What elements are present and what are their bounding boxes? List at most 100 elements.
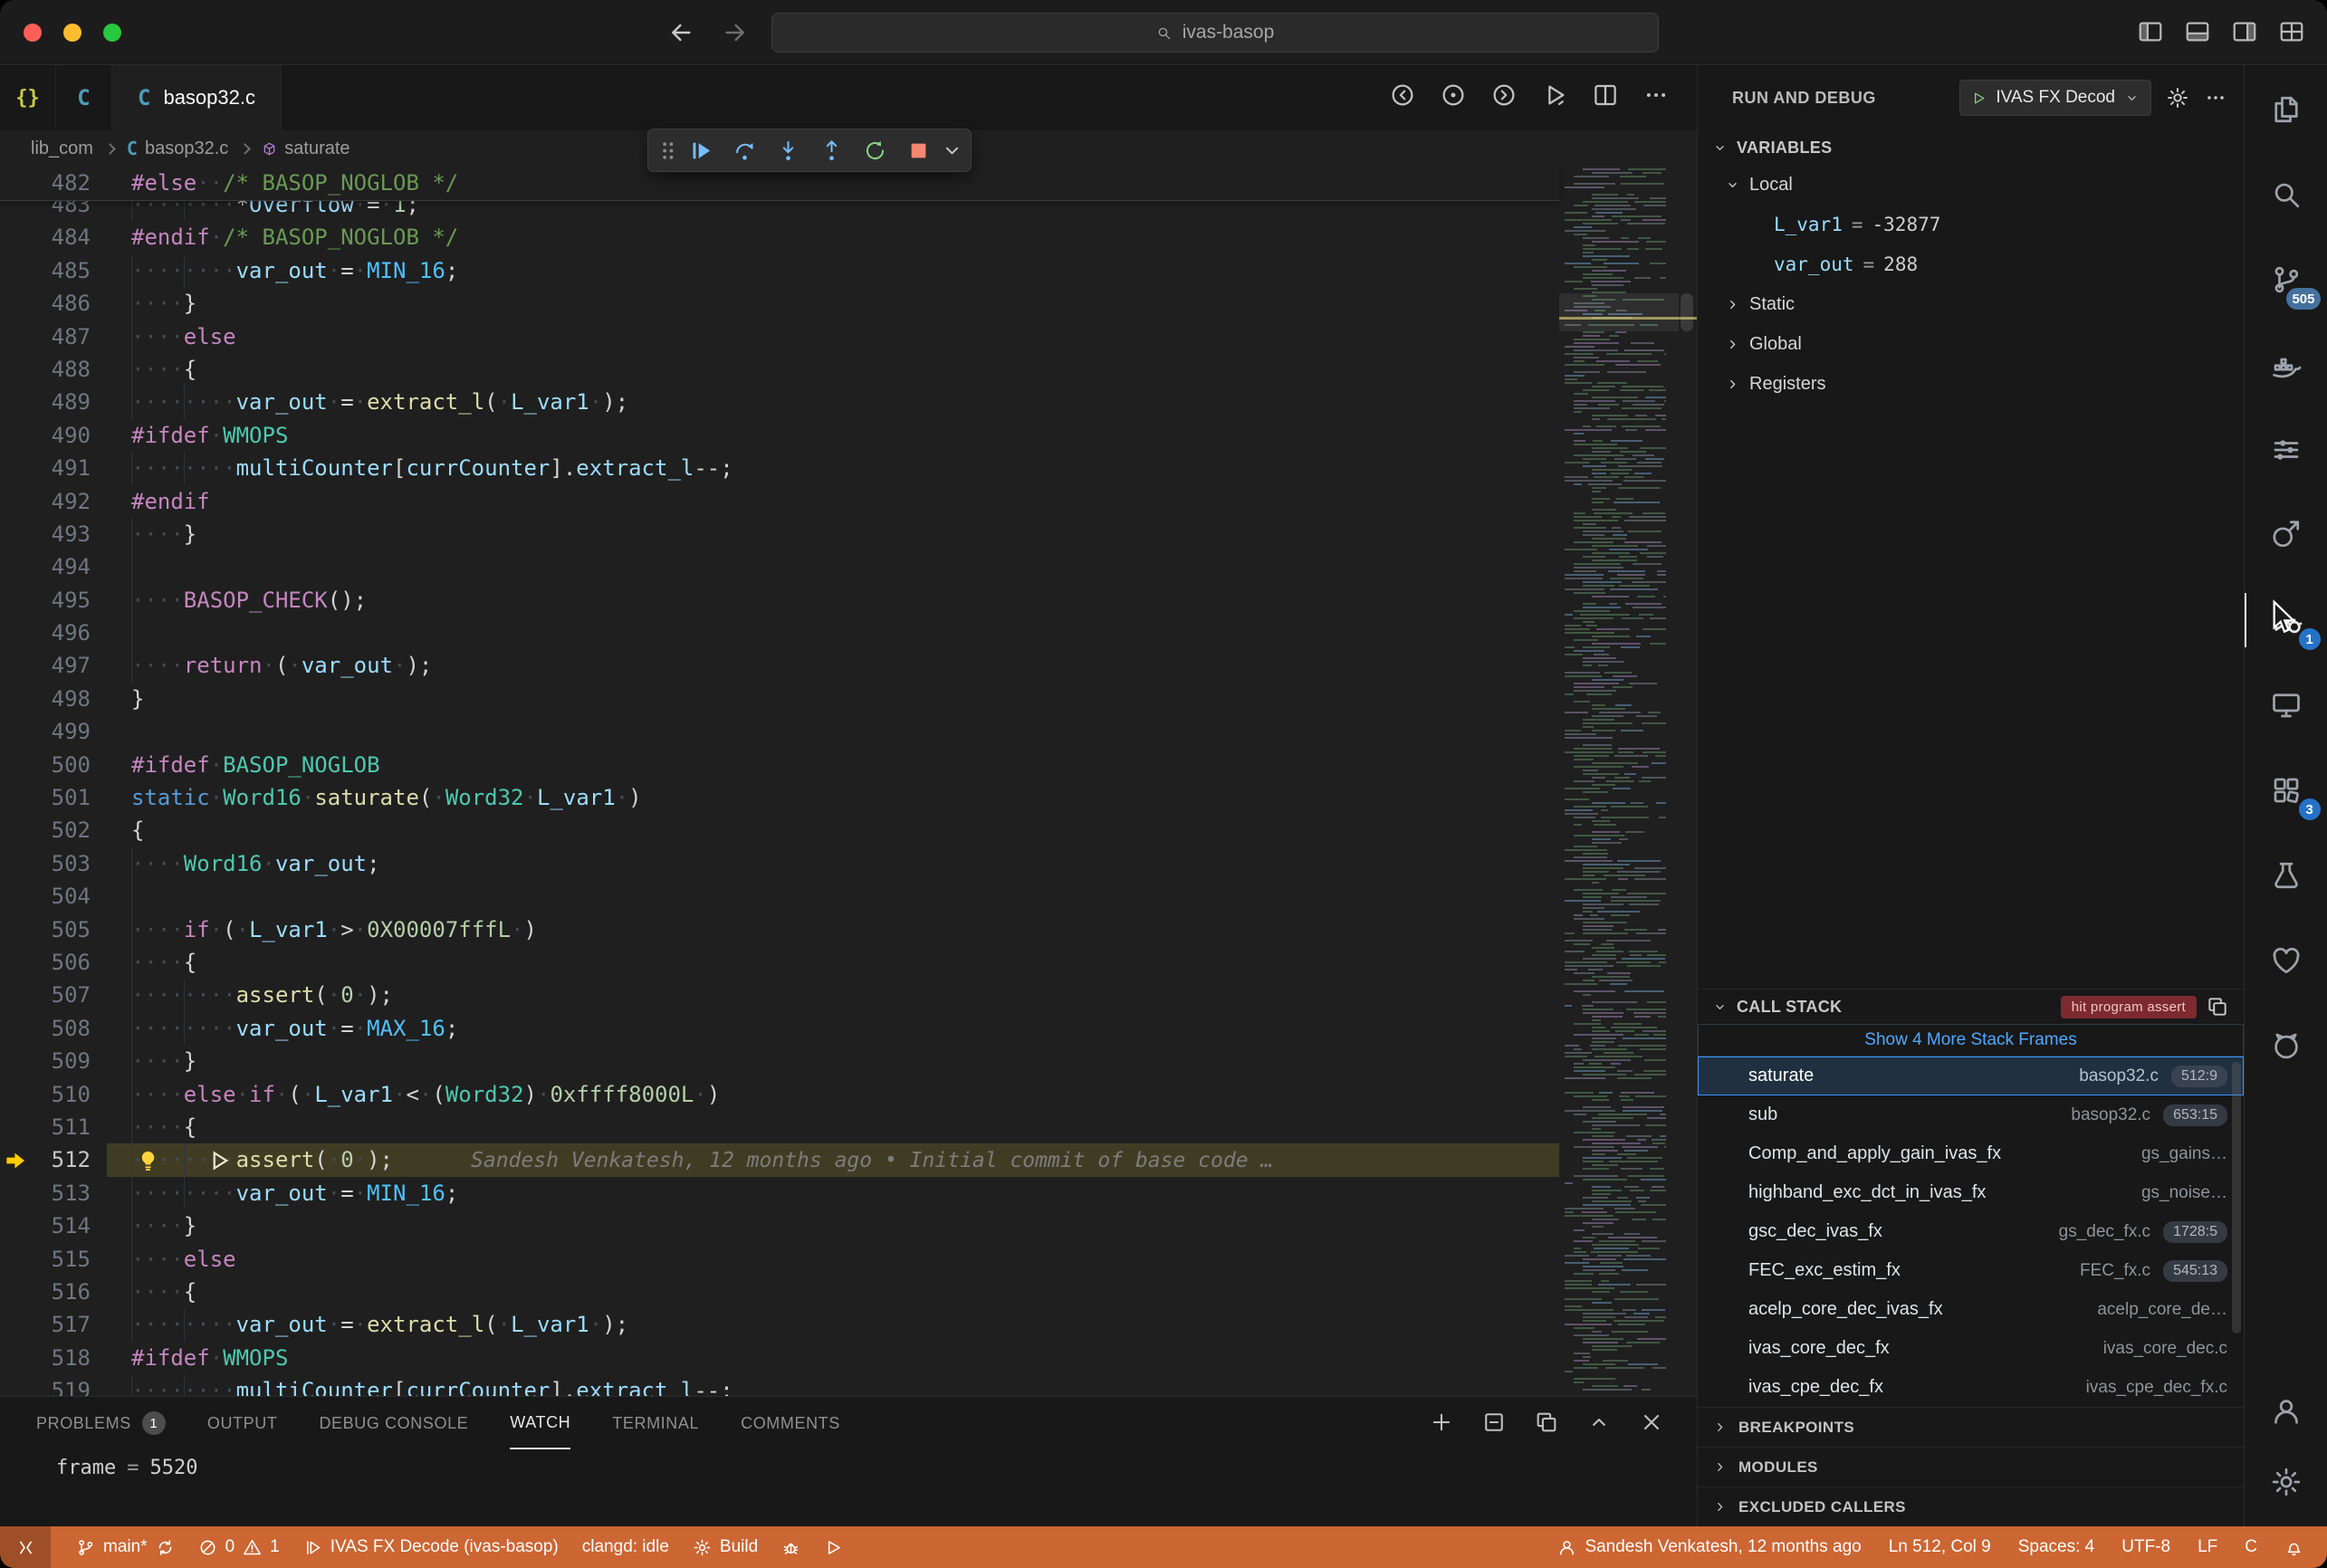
watch-expression-row[interactable]: frame = 5520 — [0, 1449, 1697, 1486]
line-number[interactable]: 493 — [0, 518, 91, 550]
variables-section-header[interactable]: VARIABLES — [1698, 130, 2244, 165]
line-number[interactable]: 513 — [0, 1177, 91, 1209]
zoom-window-button[interactable] — [103, 24, 121, 42]
restart-button[interactable] — [855, 133, 895, 167]
activity-remote-explorer[interactable] — [2245, 663, 2327, 748]
debug-settings-gear-icon[interactable] — [2166, 86, 2189, 110]
close-window-button[interactable] — [24, 24, 42, 42]
code-line[interactable]: 513········var_out·=·MIN_16; — [0, 1177, 1559, 1209]
code-line[interactable]: 503····Word16·var_out; — [0, 847, 1559, 880]
line-number[interactable]: 498 — [0, 683, 91, 715]
line-number[interactable]: 502 — [0, 814, 91, 846]
step-over-button[interactable] — [724, 133, 764, 167]
status-debug-session-indicator[interactable]: IVAS FX Decode (ivas-basop) — [303, 1537, 559, 1557]
tab-watch[interactable]: WATCH — [510, 1397, 570, 1449]
code-line[interactable]: 504 — [0, 880, 1559, 913]
section-excluded-callers[interactable]: EXCLUDED CALLERS — [1698, 1487, 2244, 1526]
code-line[interactable]: 494 — [0, 550, 1559, 583]
line-number[interactable]: 485 — [0, 254, 91, 287]
activity-source-control[interactable]: 505 — [2245, 237, 2327, 322]
line-number[interactable]: 505 — [0, 913, 91, 946]
collapse-watch-button[interactable] — [1481, 1410, 1507, 1440]
activity-accounts[interactable] — [2245, 1376, 2327, 1447]
code-line[interactable]: 485········var_out·=·MIN_16; — [0, 254, 1559, 287]
code-line[interactable]: 506····{ — [0, 946, 1559, 979]
toggle-secondary-sidebar-button[interactable] — [2231, 18, 2258, 51]
code-line[interactable]: 500#ifdef·BASOP_NOGLOB — [0, 749, 1559, 781]
maximize-panel-button[interactable] — [1586, 1410, 1612, 1440]
status-language-mode[interactable]: C — [2245, 1537, 2257, 1557]
line-number[interactable]: 518 — [0, 1342, 91, 1374]
line-number[interactable]: 486 — [0, 287, 91, 320]
status-clangd-status[interactable]: clangd: idle — [582, 1537, 669, 1557]
line-number[interactable]: 482 — [0, 167, 91, 199]
code-line[interactable]: 518#ifdef·WMOPS — [0, 1342, 1559, 1374]
code-line[interactable]: 511····{ — [0, 1111, 1559, 1143]
scope-static[interactable]: Static — [1698, 284, 2244, 324]
overview-ruler[interactable] — [1679, 167, 1697, 1396]
status-notifications[interactable] — [2284, 1538, 2303, 1557]
line-number[interactable]: 487 — [0, 320, 91, 353]
start-debug-icon[interactable] — [1971, 91, 1987, 106]
toggle-panel-button[interactable] — [2184, 18, 2211, 51]
tab-basop32[interactable]: C basop32.c — [112, 65, 282, 130]
line-number[interactable]: 497 — [0, 649, 91, 682]
line-number[interactable]: 517 — [0, 1308, 91, 1341]
debug-more-actions-icon[interactable] — [2204, 86, 2227, 110]
line-number[interactable]: 509 — [0, 1045, 91, 1077]
code-line[interactable]: 510····else·if·(·L_var1·<·(Word32)·0xfff… — [0, 1078, 1559, 1111]
code-line[interactable]: 491········multiCounter[currCounter].ext… — [0, 452, 1559, 484]
code-line[interactable]: 516····{ — [0, 1276, 1559, 1308]
line-number[interactable]: 495 — [0, 584, 91, 617]
breadcrumb-symbol[interactable]: saturate — [262, 139, 350, 159]
code-line[interactable]: 505····if·(·L_var1·>·0X00007fffL·) — [0, 913, 1559, 946]
status-problems-indicator[interactable]: 01 — [198, 1537, 280, 1557]
status-build-task[interactable]: Build — [693, 1537, 758, 1557]
pinned-tab-json[interactable]: {} — [0, 65, 56, 130]
code-line[interactable]: 509····} — [0, 1045, 1559, 1077]
tab-comments[interactable]: COMMENTS — [741, 1397, 840, 1449]
code-line[interactable]: 502{ — [0, 814, 1559, 846]
stack-frame-row[interactable]: subbasop32.c653:15 — [1698, 1095, 2244, 1134]
line-number[interactable]: 504 — [0, 880, 91, 913]
code-line[interactable]: 484#endif·/* BASOP_NOGLOB */ — [0, 221, 1559, 253]
activity-testing[interactable] — [2245, 833, 2327, 918]
stop-dropdown-button[interactable] — [942, 133, 962, 167]
stack-frame-row[interactable]: gsc_dec_ivas_fxgs_dec_fx.c1728:5 — [1698, 1212, 2244, 1251]
code-line[interactable]: 487····else — [0, 320, 1559, 353]
pinned-tab-c[interactable]: C — [56, 65, 112, 130]
line-number[interactable]: 515 — [0, 1243, 91, 1276]
code-line[interactable]: 512········assert(·0·);Sandesh Venkatesh… — [0, 1143, 1559, 1176]
code-line[interactable]: 486····} — [0, 287, 1559, 320]
line-number[interactable]: 489 — [0, 386, 91, 418]
activity-extensions[interactable]: 3 — [2245, 748, 2327, 833]
nav-forward-circle-button[interactable] — [1490, 81, 1518, 114]
minimap-slider[interactable] — [1559, 293, 1679, 331]
line-number[interactable]: 511 — [0, 1111, 91, 1143]
code-line[interactable]: 515····else — [0, 1243, 1559, 1276]
step-into-button[interactable] — [768, 133, 808, 167]
activity-search[interactable] — [2245, 152, 2327, 237]
customize-layout-button[interactable] — [2278, 18, 2305, 51]
activity-explorer[interactable] — [2245, 67, 2327, 152]
code-line[interactable]: 493····} — [0, 518, 1559, 550]
minimize-window-button[interactable] — [63, 24, 81, 42]
tab-debug-console[interactable]: DEBUG CONSOLE — [319, 1397, 468, 1449]
stack-frame-row[interactable]: ivas_cpe_dec_fxivas_cpe_dec_fx.c — [1698, 1368, 2244, 1407]
line-number[interactable]: 503 — [0, 847, 91, 880]
launch-config-dropdown[interactable]: IVAS FX Decod — [1959, 80, 2151, 116]
scope-global[interactable]: Global — [1698, 324, 2244, 364]
status-indentation[interactable]: Spaces: 4 — [2018, 1537, 2095, 1557]
line-number[interactable]: 488 — [0, 353, 91, 386]
code-line[interactable]: 501static·Word16·saturate(·Word32·L_var1… — [0, 781, 1559, 814]
variable-row[interactable]: L_var1 = -32877 — [1698, 205, 2244, 244]
line-number[interactable]: 499 — [0, 715, 91, 748]
close-panel-button[interactable] — [1639, 1410, 1664, 1440]
section-modules[interactable]: MODULES — [1698, 1447, 2244, 1487]
add-watch-expression-button[interactable] — [1429, 1410, 1454, 1440]
activity-github[interactable] — [2245, 1003, 2327, 1088]
code-line[interactable]: 514····} — [0, 1209, 1559, 1242]
line-number[interactable]: 519 — [0, 1374, 91, 1396]
activity-sponsor[interactable] — [2245, 918, 2327, 1003]
tab-terminal[interactable]: TERMINAL — [612, 1397, 699, 1449]
